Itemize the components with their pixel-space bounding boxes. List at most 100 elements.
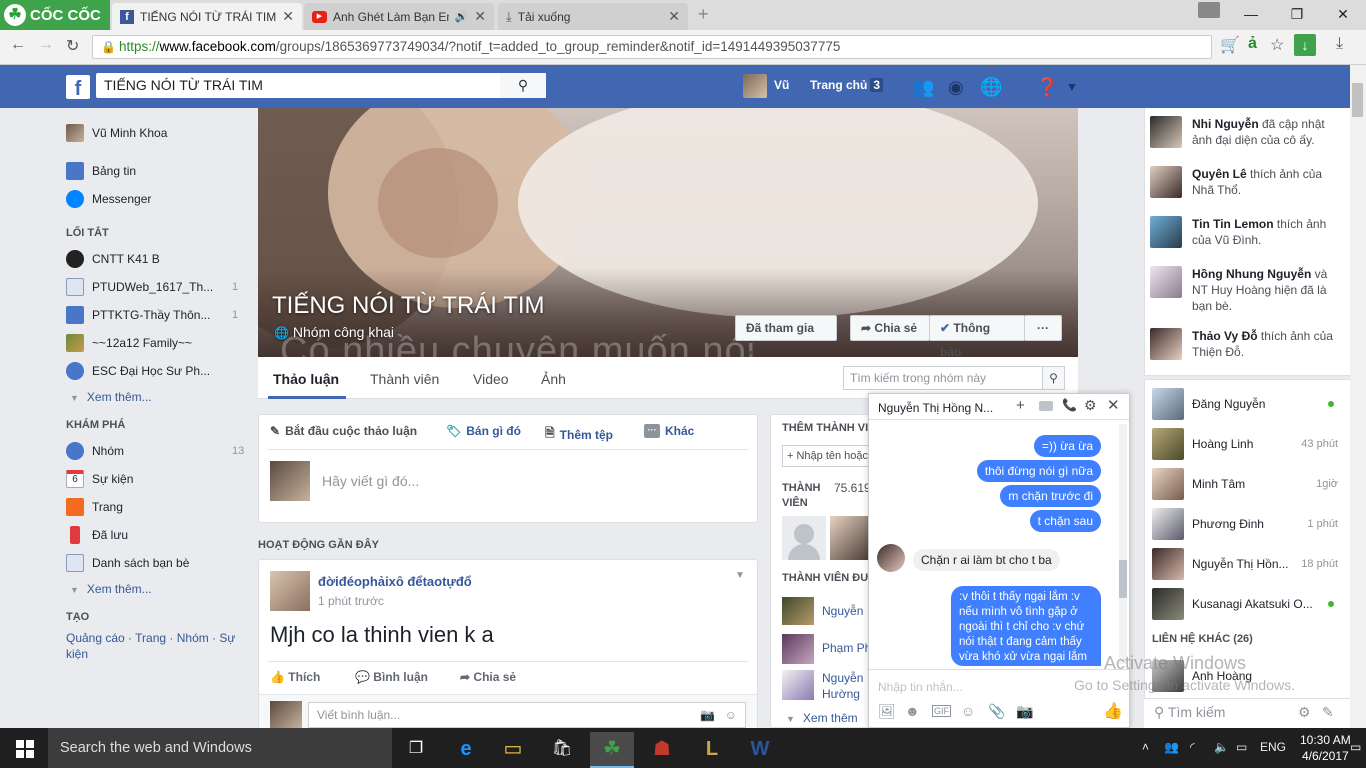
volume-icon[interactable]: 🔈: [1214, 740, 1229, 754]
scrollbar-thumb[interactable]: [1119, 560, 1127, 598]
post-timestamp[interactable]: 1 phút trước: [318, 594, 384, 608]
sell-something-button[interactable]: 🏷 Bán gì đó: [446, 424, 521, 438]
member-avatar[interactable]: [782, 634, 814, 664]
avatar[interactable]: [270, 571, 310, 611]
sidebar-item-messenger[interactable]: Messenger: [66, 190, 151, 208]
forward-icon[interactable]: →: [38, 36, 54, 54]
sidebar-item-feed[interactable]: Bảng tin: [66, 162, 136, 180]
sidebar-item-profile[interactable]: Vũ Minh Khoa: [66, 124, 167, 142]
ticker-item[interactable]: Nhi Nguyễn đã cập nhật ảnh đại diện của …: [1150, 116, 1340, 152]
new-tab-icon[interactable]: +: [698, 4, 709, 25]
chat-contact[interactable]: Kusanagi Akatsuki O...: [1152, 588, 1342, 620]
maximize-icon[interactable]: ❐: [1274, 0, 1320, 28]
coccoc-taskbar-icon[interactable]: ☘: [590, 732, 634, 768]
sidebar-item-shortcut[interactable]: ESC Đại Học Sư Ph...: [66, 362, 210, 380]
back-icon[interactable]: ←: [10, 36, 26, 54]
chat-contact[interactable]: Hoàng Linh 43 phút: [1152, 428, 1342, 460]
close-window-icon[interactable]: ✕: [1320, 0, 1366, 28]
url-input[interactable]: 🔒 https://www.facebook.com/groups/186536…: [92, 35, 1212, 59]
store-icon[interactable]: 🛍: [540, 732, 584, 768]
see-more-explore[interactable]: ▼ Xem thêm...: [70, 582, 152, 596]
gif-icon[interactable]: GIF: [932, 705, 951, 717]
comment-button[interactable]: 💬 Bình luận: [355, 670, 428, 684]
help-icon[interactable]: ❓: [1036, 77, 1058, 98]
ticker-item[interactable]: Hồng Nhung Nguyễn và NT Huy Hoàng hiện đ…: [1150, 266, 1340, 316]
close-tab-icon[interactable]: ✕: [474, 8, 486, 25]
page-scrollbar[interactable]: [1350, 65, 1366, 728]
clock[interactable]: 10:30 AM 4/6/2017: [1300, 732, 1351, 764]
scrollbar-thumb[interactable]: [1352, 83, 1363, 117]
download-arrow-icon[interactable]: ↓: [1294, 34, 1316, 56]
minimize-icon[interactable]: —: [1228, 0, 1274, 28]
settings-caret-icon[interactable]: ▼: [1066, 80, 1078, 94]
search-icon[interactable]: ⚲: [500, 73, 546, 98]
notification-icon[interactable]: ▭: [1236, 740, 1247, 754]
friend-member-name[interactable]: Phạm Ph: [822, 641, 871, 655]
edge-icon[interactable]: e: [444, 732, 488, 768]
word-icon[interactable]: W: [738, 732, 782, 768]
task-view-icon[interactable]: ❐: [394, 732, 438, 768]
add-file-button[interactable]: 🗎 Thêm tệp: [545, 424, 613, 445]
sidebar-item-events[interactable]: 6 Sự kiện: [66, 470, 133, 488]
friend-requests-icon[interactable]: 👥: [912, 77, 934, 98]
create-links[interactable]: Quảng cáo · Trang · Nhóm · Sự kiện: [66, 630, 246, 662]
phone-icon[interactable]: 📞: [1062, 398, 1077, 412]
member-avatar[interactable]: [782, 670, 814, 700]
action-center-icon[interactable]: ▭: [1350, 740, 1361, 754]
tab-downloads[interactable]: ⤓ Tải xuống ✕: [498, 3, 688, 30]
sidebar-item-shortcut[interactable]: ~~12a12 Family~~: [66, 334, 192, 352]
tab-discussion[interactable]: Thảo luận: [273, 371, 339, 387]
friend-member-name[interactable]: Nguyễn: [822, 604, 863, 618]
tab-video[interactable]: Video: [473, 371, 509, 387]
league-icon[interactable]: L: [690, 732, 734, 768]
group-title[interactable]: TIẾNG NÓI TỪ TRÁI TIM: [272, 292, 545, 320]
file-explorer-icon[interactable]: ▭: [491, 732, 535, 768]
emoji-icon[interactable]: ☺: [725, 703, 737, 727]
add-people-icon[interactable]: +: [1016, 397, 1025, 414]
sticker-icon[interactable]: ☻: [905, 703, 920, 719]
sidebar-search-input[interactable]: ⚲ Tìm kiếm: [1154, 704, 1225, 721]
more-options-button[interactable]: ···: [1024, 315, 1062, 341]
tab-facebook-group[interactable]: f TIẾNG NÓI TỪ TRÁI TIM ✕: [112, 3, 302, 30]
ticker-item[interactable]: Quyên Lê thích ảnh của Nhã Thổ.: [1150, 166, 1340, 202]
compose-icon[interactable]: ✎: [1322, 704, 1334, 721]
see-more-shortcuts[interactable]: ▼ Xem thêm...: [70, 390, 152, 404]
notifications-globe-icon[interactable]: 🌐: [980, 77, 1002, 98]
search-icon[interactable]: ⚲: [1042, 367, 1064, 389]
joined-button[interactable]: Đã tham gia ▼: [735, 315, 837, 358]
people-icon[interactable]: 👥: [1164, 740, 1179, 754]
camera-icon[interactable]: 📷: [1016, 703, 1033, 720]
comment-input[interactable]: Viết bình luận... 📷 ☺: [308, 702, 746, 728]
post-author[interactable]: đờiđéophảixô đểtaotựđổ: [318, 574, 472, 589]
reload-icon[interactable]: ↻: [66, 36, 79, 56]
ticker-item[interactable]: Tin Tin Lemon thích ảnh của Vũ Đình.: [1150, 216, 1340, 252]
gear-icon[interactable]: ⚙: [1084, 397, 1097, 414]
chat-contact[interactable]: Nguyễn Thị Hồn... 18 phút: [1152, 548, 1342, 580]
close-tab-icon[interactable]: ✕: [282, 8, 294, 25]
sidebar-item-friend-lists[interactable]: Danh sách bạn bè: [66, 554, 189, 572]
chat-contact[interactable]: Minh Tâm 1giờ: [1152, 468, 1342, 500]
member-avatar[interactable]: [782, 597, 814, 625]
facebook-logo-icon[interactable]: f: [66, 75, 90, 100]
tab-members[interactable]: Thành viên: [370, 371, 439, 387]
see-more-members[interactable]: ▼ Xem thêm: [786, 711, 858, 725]
sidebar-item-pages[interactable]: Trang: [66, 498, 123, 516]
chevron-down-icon[interactable]: ▼: [735, 570, 745, 581]
profile-link[interactable]: Vũ: [774, 78, 789, 92]
chat-contact[interactable]: Phương Đinh 1 phút: [1152, 508, 1342, 540]
tab-youtube[interactable]: ▶ Anh Ghét Làm Bạn Em 🔊 ✕: [304, 3, 494, 30]
language-icon[interactable]: ả: [1248, 35, 1257, 53]
chat-title[interactable]: Nguyễn Thị Hồng N...: [878, 401, 993, 415]
chevron-up-icon[interactable]: ˄: [1142, 740, 1149, 754]
sidebar-item-shortcut[interactable]: PTTKTG-Thầy Thôn... 1: [66, 306, 246, 324]
gear-icon[interactable]: ⚙: [1298, 704, 1311, 721]
browser-brand[interactable]: ☘ CỐC CỐC: [4, 4, 101, 26]
group-search-input[interactable]: Tìm kiếm trong nhóm này ⚲: [843, 366, 1065, 390]
sidebar-item-shortcut[interactable]: PTUDWeb_1617_Th... 1: [66, 278, 246, 296]
notifications-button[interactable]: ✔ Thông báo: [929, 315, 1025, 359]
add-member-input[interactable]: + Nhập tên hoặc: [782, 445, 872, 467]
video-call-icon[interactable]: [1039, 401, 1053, 411]
close-tab-icon[interactable]: ✕: [668, 8, 680, 25]
chat-scrollbar[interactable]: [1119, 424, 1127, 664]
chat-contact[interactable]: Đăng Nguyễn: [1152, 388, 1342, 420]
